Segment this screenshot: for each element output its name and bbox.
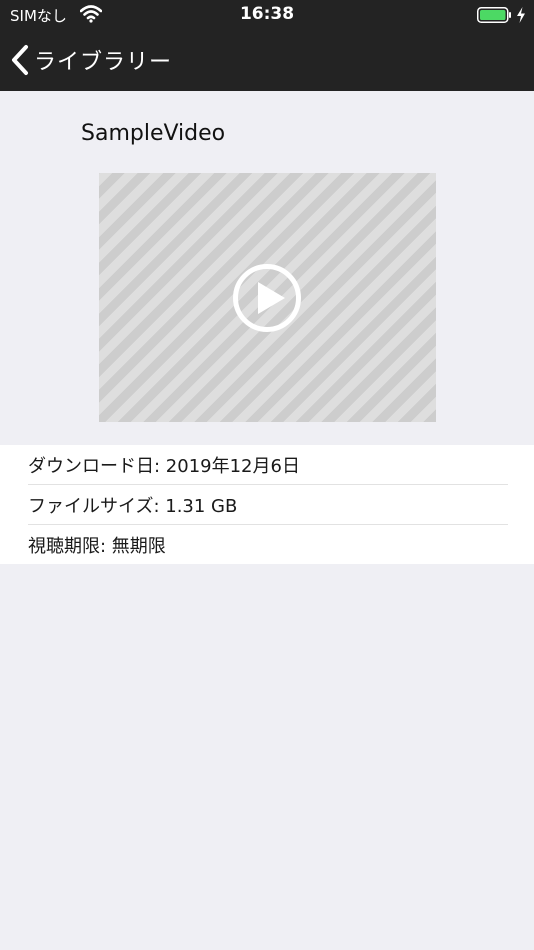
video-title: SampleVideo — [81, 121, 226, 146]
battery-icon — [477, 7, 511, 23]
chevron-left-icon — [12, 45, 28, 75]
file-size-text: ファイルサイズ: 1.31 GB — [28, 495, 238, 517]
status-time: 16:38 — [239, 4, 295, 24]
back-button[interactable]: ライブラリー — [10, 42, 172, 78]
navigation-bar: ライブラリー — [0, 30, 534, 91]
video-info-list: ダウンロード日: 2019年12月6日 ファイルサイズ: 1.31 GB 視聴期… — [0, 445, 534, 564]
back-button-label: ライブラリー — [34, 50, 173, 75]
status-bar: SIMなし 16:38 — [0, 0, 534, 30]
charging-bolt-icon — [517, 7, 525, 23]
file-size-row: ファイルサイズ: 1.31 GB — [28, 485, 508, 525]
download-date-text: ダウンロード日: 2019年12月6日 — [28, 455, 300, 477]
download-date-row: ダウンロード日: 2019年12月6日 — [28, 445, 508, 485]
video-thumbnail[interactable] — [99, 173, 436, 422]
play-circle-icon[interactable] — [232, 263, 302, 333]
viewing-period-row: 視聴期限: 無期限 — [28, 525, 508, 564]
viewing-period-text: 視聴期限: 無期限 — [28, 535, 166, 557]
